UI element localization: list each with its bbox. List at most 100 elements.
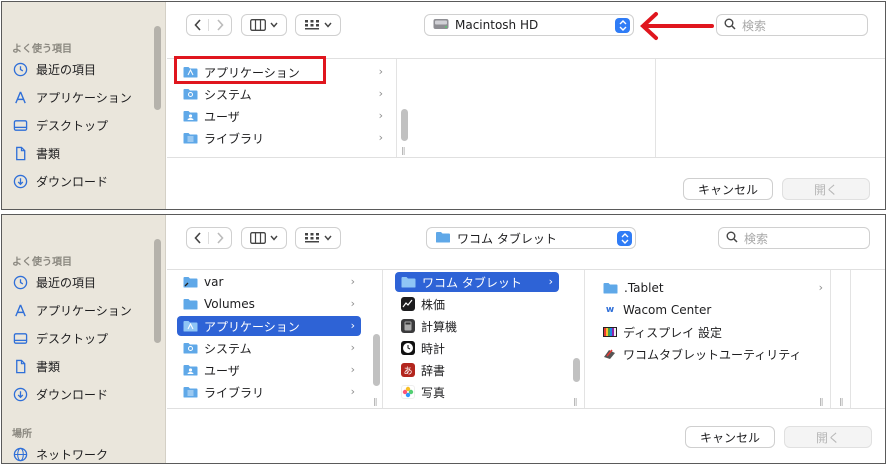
browser-column-2 [410,59,656,157]
desktop-icon [12,117,28,133]
list-item[interactable]: ライブラリ › [177,128,389,148]
list-item[interactable]: .Tablet › [597,278,829,298]
back-forward-buttons[interactable] [186,14,232,36]
search-field[interactable]: 検索 [716,14,868,36]
sidebar-item-label: 最近の項目 [36,62,97,77]
sidebar-item-downloads[interactable]: ダウンロード [12,170,108,192]
open-button[interactable]: 開く [784,426,872,448]
sidebar-item-applications[interactable]: アプリケーション [12,299,132,321]
search-icon [724,18,736,33]
browser-column-2: ワコム タブレット › 株価 計算機 時計 あ 辞書 写真 || [383,270,585,408]
chevron-left-icon[interactable] [187,232,209,244]
folder-icon [183,132,198,144]
location-popup[interactable]: Macintosh HD [424,14,634,36]
column-scrollbar[interactable] [573,358,580,382]
search-icon [726,231,738,246]
list-item[interactable]: ユーザ › [177,106,389,126]
folder-icon [183,364,198,376]
cancel-button[interactable]: キャンセル [683,178,773,200]
chevron-down-icon [270,235,278,241]
columns-view-icon [250,19,266,31]
photos-app-icon [401,385,415,399]
sidebar-item-documents[interactable]: 書類 [12,355,60,377]
favorites-heading: よく使う項目 [12,257,72,268]
folder-icon [183,110,198,122]
wacom-center-icon: w [603,303,617,317]
applications-icon [12,89,28,105]
column-resize-handle[interactable]: || [373,397,378,406]
location-popup[interactable]: ワコム タブレット [426,227,636,249]
sidebar-scrollbar[interactable] [154,26,161,110]
list-item[interactable]: 写真 [395,382,559,402]
cancel-button[interactable]: キャンセル [685,426,775,448]
list-item[interactable]: 計算機 [395,316,559,336]
sidebar-item-label: 最近の項目 [36,275,97,290]
sidebar-item-downloads[interactable]: ダウンロード [12,383,108,405]
sidebar-item-label: デスクトップ [36,118,109,133]
list-item[interactable]: ワコムタブレットユーティリティ [597,344,829,364]
sidebar-item-recents[interactable]: 最近の項目 [12,58,96,80]
dictionary-app-icon: あ [401,363,415,377]
document-icon [12,145,28,161]
browser-column-3: .Tablet › w Wacom Center ディスプレイ 設定 ワコムタブレ… [585,270,831,408]
browser-column-4: || [831,270,851,408]
view-mode-button[interactable] [241,14,287,36]
list-item[interactable]: あ 辞書 [395,360,559,380]
list-item-selected[interactable]: アプリケーション › [177,316,361,336]
locations-heading: 場所 [12,429,32,440]
list-item[interactable]: 株価 [395,294,559,314]
hard-drive-icon [433,18,449,33]
column-resize-handle[interactable]: || [401,146,406,155]
chevron-right-icon[interactable] [209,19,231,31]
sidebar-item-label: ダウンロード [36,174,109,189]
chevron-left-icon[interactable] [187,19,209,31]
open-dialog-bottom: よく使う項目 最近の項目 アプリケーション デスクトップ 書類 ダウンロード 場… [1,214,886,464]
sidebar-item-desktop[interactable]: デスクトップ [12,327,108,349]
column-scrollbar[interactable] [401,109,408,141]
folder-icon [401,276,416,288]
column-scrollbar[interactable] [373,334,380,386]
list-item[interactable]: ライブラリ › [177,382,361,402]
column-resize-handle[interactable]: || [573,397,578,406]
open-button[interactable]: 開く [782,178,870,200]
list-item[interactable]: システム › [177,338,361,358]
sidebar-item-network[interactable]: ネットワーク [12,443,109,463]
column-resize-handle[interactable]: || [839,397,844,406]
sidebar-item-desktop[interactable]: デスクトップ [12,114,108,136]
sidebar-item-documents[interactable]: 書類 [12,142,60,164]
document-icon [12,358,28,374]
list-item[interactable]: var › [177,272,361,292]
chevron-right-icon[interactable] [209,232,231,244]
group-button[interactable] [295,227,341,249]
view-mode-button[interactable] [241,227,287,249]
sidebar-item-applications[interactable]: アプリケーション [12,86,132,108]
group-button[interactable] [295,14,341,36]
sidebar-item-label: ネットワーク [36,447,109,462]
list-item[interactable]: ユーザ › [177,360,361,380]
chevron-down-icon [324,235,332,241]
list-item[interactable]: ディスプレイ 設定 [597,322,829,342]
search-field[interactable]: 検索 [718,227,870,249]
tablet-utility-icon [603,347,617,361]
list-item[interactable]: システム › [177,84,389,104]
applications-icon [12,302,28,318]
updown-chevron-icon [617,231,632,246]
folder-icon [183,320,198,332]
browser-column-3 [656,59,885,157]
chevron-right-icon: › [350,341,355,354]
calculator-app-icon [401,319,415,333]
chevron-right-icon: › [818,281,823,294]
back-forward-buttons[interactable] [186,227,232,249]
sidebar: よく使う項目 最近の項目 アプリケーション デスクトップ 書類 ダウンロード [2,2,166,209]
list-item[interactable]: Volumes › [177,294,361,314]
list-item[interactable]: w Wacom Center [597,300,829,320]
chevron-right-icon: › [378,109,383,122]
list-item-selected[interactable]: ワコム タブレット › [395,272,559,292]
folder-icon [183,342,198,354]
column-resize-handle[interactable]: || [819,397,824,406]
list-item[interactable]: 時計 [395,338,559,358]
annotation-highlight-box [174,56,326,84]
location-label: Macintosh HD [455,18,539,32]
sidebar-item-recents[interactable]: 最近の項目 [12,271,96,293]
sidebar-scrollbar[interactable] [154,239,161,343]
